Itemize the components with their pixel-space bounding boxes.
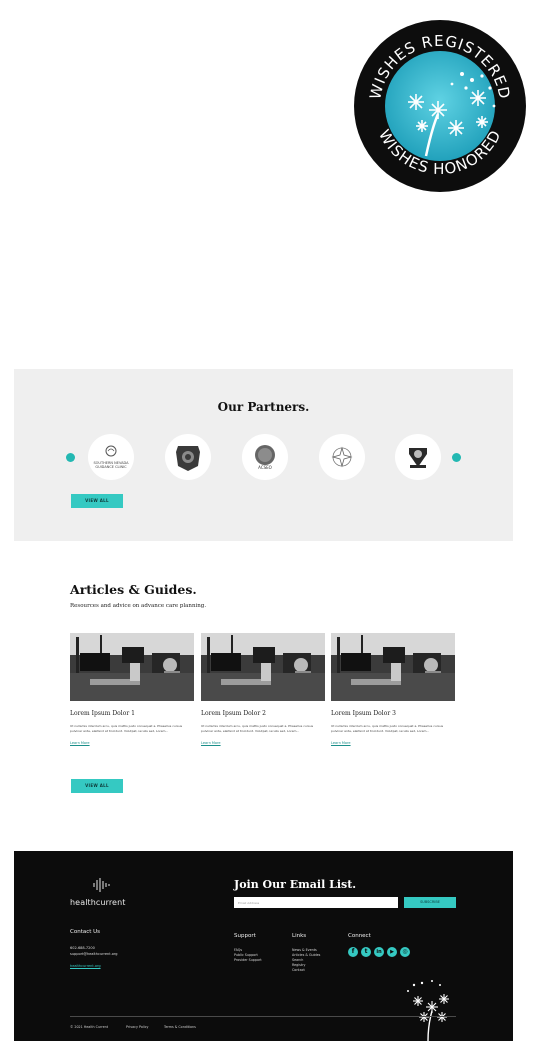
brand-name: healthcurrent [70, 898, 126, 907]
partners-view-all-button[interactable]: VIEW ALL [71, 494, 123, 508]
subscribe-button[interactable]: SUBSCRIBE [404, 897, 456, 908]
footer-link-public-support[interactable]: Public Support [234, 953, 258, 957]
article-card[interactable]: Lorem Ipsum Dolor 2 Ut nullamis interdum… [201, 633, 325, 745]
email-list-title: Join Our Email List. [234, 878, 357, 891]
round-seal-icon [255, 445, 275, 465]
dandelion-icon [407, 980, 449, 1041]
shield-emblem-icon [176, 446, 200, 471]
partner-caption: ACSEO [258, 465, 272, 470]
email-field[interactable] [234, 897, 398, 908]
article-image[interactable] [331, 633, 455, 701]
article-excerpt: Ut nullamis interdum arcu, quis mattis j… [331, 724, 444, 733]
partner-logo-guidance-clinic[interactable]: SOUTHERN NEVADA GUIDANCE CLINIC [88, 434, 134, 480]
partner-logo-crest[interactable] [395, 434, 441, 480]
linkedin-icon[interactable]: in [374, 947, 384, 957]
footer-link-provider-support[interactable]: Provider Support [234, 958, 262, 962]
site-footer: healthcurrent Join Our Email List. SUBSC… [14, 851, 513, 1041]
article-image[interactable] [201, 633, 325, 701]
article-learn-more-link[interactable]: Learn More [331, 741, 455, 745]
guidance-clinic-icon [105, 445, 117, 457]
youtube-icon[interactable]: ▶ [387, 947, 397, 957]
partners-section: Our Partners. SOUTHERN NEVADA GUIDANCE C… [14, 369, 513, 541]
articles-view-all-button[interactable]: VIEW ALL [71, 779, 123, 793]
compass-star-icon [331, 446, 353, 468]
facebook-icon[interactable]: f [348, 947, 358, 957]
contact-website-link[interactable]: healthcurrent.org [70, 964, 101, 968]
article-image[interactable] [70, 633, 194, 701]
partners-title: Our Partners. [217, 400, 310, 414]
article-card[interactable]: Lorem Ipsum Dolor 1 Ut nullamis interdum… [70, 633, 194, 745]
articles-subtitle: Resources and advice on advance care pla… [70, 603, 207, 609]
footer-link-search[interactable]: Search [292, 958, 303, 962]
footer-link-articles[interactable]: Articles & Guides [292, 953, 320, 957]
article-learn-more-link[interactable]: Learn More [201, 741, 325, 745]
footer-divider [70, 1016, 456, 1017]
instagram-icon[interactable]: ◎ [400, 947, 410, 957]
connect-heading: Connect [348, 933, 371, 939]
privacy-policy-link[interactable]: Privacy Policy [126, 1025, 148, 1029]
articles-section: Articles & Guides. Resources and advice … [14, 545, 513, 850]
partner-logo-compass[interactable] [319, 434, 365, 480]
article-card[interactable]: Lorem Ipsum Dolor 3 Ut nullamis interdum… [331, 633, 455, 745]
partner-logo-shield[interactable] [165, 434, 211, 480]
article-excerpt: Ut nullamis interdum arcu, quis mattis j… [201, 724, 314, 733]
twitter-icon[interactable]: t [361, 947, 371, 957]
partner-caption: SOUTHERN NEVADA GUIDANCE CLINIC [93, 461, 129, 469]
partner-logo-seal[interactable]: ACSEO [242, 434, 288, 480]
wishes-registered-badge: WISHES REGISTERED WISHES HONORED [354, 20, 526, 192]
article-excerpt: Ut nullamis interdum arcu, quis mattis j… [70, 724, 183, 733]
carousel-prev-icon[interactable] [66, 453, 75, 462]
pulse-waveform-icon [93, 878, 110, 892]
contact-heading: Contact Us [70, 929, 101, 935]
contact-email[interactable]: support@healthcurrent.org [70, 952, 118, 956]
carousel-next-icon[interactable] [452, 453, 461, 462]
article-title: Lorem Ipsum Dolor 1 [70, 710, 135, 717]
links-heading: Links [292, 933, 307, 939]
footer-link-faqs[interactable]: FAQs [234, 948, 242, 952]
copyright-text: © 2021 Health Current [70, 1025, 109, 1029]
article-learn-more-link[interactable]: Learn More [70, 741, 194, 745]
article-title: Lorem Ipsum Dolor 2 [201, 710, 266, 717]
articles-title: Articles & Guides. [70, 582, 197, 597]
support-heading: Support [234, 933, 256, 939]
footer-link-news[interactable]: News & Events [292, 948, 317, 952]
footer-link-contact[interactable]: Contact [292, 968, 305, 972]
contact-phone[interactable]: 602-688-7200 [70, 946, 95, 950]
terms-link[interactable]: Terms & Conditions [164, 1025, 196, 1029]
crest-icon [409, 448, 427, 468]
article-title: Lorem Ipsum Dolor 3 [331, 710, 396, 717]
footer-link-registry[interactable]: Registry [292, 963, 306, 967]
